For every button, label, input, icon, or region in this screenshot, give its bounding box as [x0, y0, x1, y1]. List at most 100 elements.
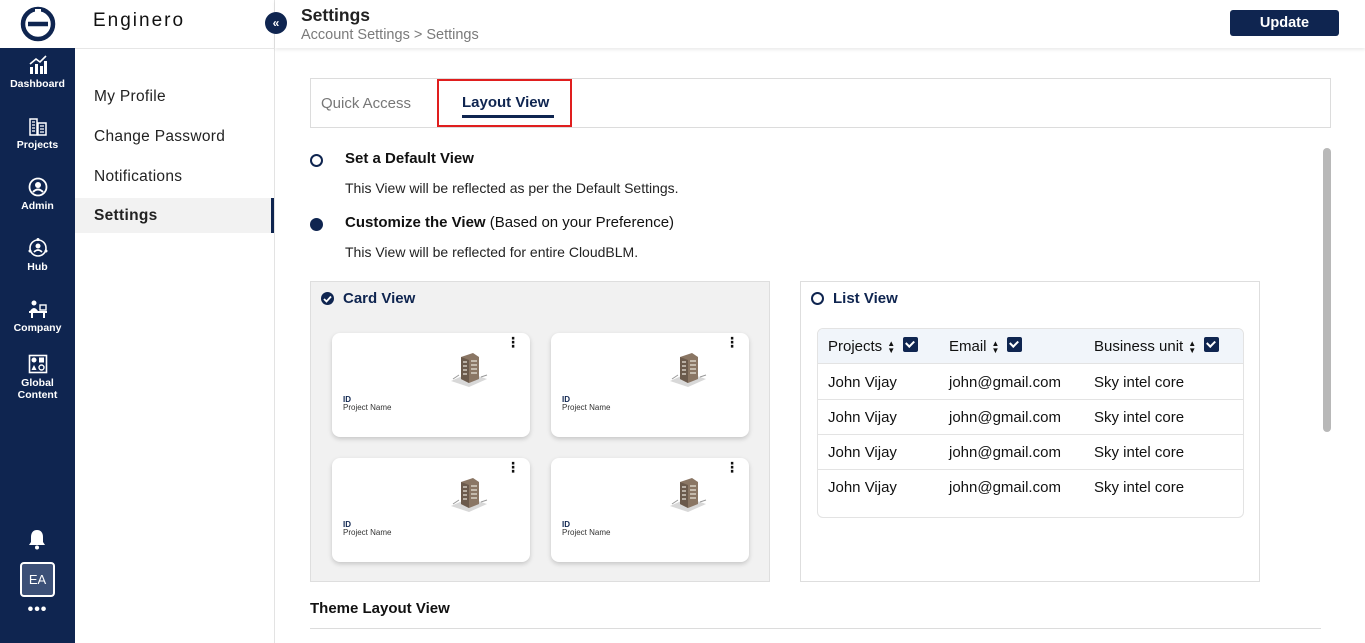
option-custom-title-text: Customize the View [345, 214, 486, 231]
brand-name: Enginero [93, 10, 186, 31]
sort-icon[interactable]: ▲ ▼ [887, 339, 895, 354]
option-custom-title: Customize the View (Based on your Prefer… [345, 214, 674, 231]
sidebar-item-change-password[interactable]: Change Password [75, 119, 274, 154]
table-header: Projects ▲ ▼ Email ▲ ▼ Business unit ▲ ▼ [818, 329, 1243, 364]
rail-label: Admin [21, 200, 54, 212]
table-row[interactable]: John Vijay john@gmail.com Sky intel core [818, 400, 1243, 435]
rail-item-company[interactable]: Company [0, 299, 75, 334]
hub-icon [28, 238, 47, 257]
cell-business-unit: Sky intel core [1094, 479, 1185, 496]
building-thumbnail-icon [670, 478, 707, 512]
column-checkbox[interactable] [1007, 337, 1023, 352]
sidebar-item-label: My Profile [94, 87, 166, 105]
cell-project: John Vijay [828, 479, 897, 496]
active-tab-underline [462, 115, 554, 118]
rail-label: Company [13, 322, 62, 334]
rail-label: Global Content [17, 377, 58, 401]
sidebar-item-my-profile[interactable]: My Profile [75, 79, 274, 114]
kebab-menu-icon[interactable]: ⋮ [725, 460, 739, 474]
card-project-name: Project Name [562, 403, 611, 412]
kebab-menu-icon[interactable]: ⋮ [506, 460, 520, 474]
cell-business-unit: Sky intel core [1094, 374, 1185, 391]
card-view-title: Card View [343, 290, 416, 307]
table-row[interactable]: John Vijay john@gmail.com Sky intel core [818, 470, 1243, 505]
more-options[interactable]: ••• [0, 601, 75, 619]
cell-project: John Vijay [828, 374, 897, 391]
content-scrollbar[interactable] [1323, 148, 1331, 432]
list-view-header: List View [811, 290, 898, 307]
sort-icon[interactable]: ▲ ▼ [1188, 339, 1196, 354]
cell-email: john@gmail.com [949, 479, 1061, 496]
rail-item-dashboard[interactable]: Dashboard [0, 55, 75, 90]
theme-layout-title: Theme Layout View [310, 600, 450, 617]
page-header: Settings Account Settings > Settings Upd… [275, 0, 1365, 48]
option-default-title: Set a Default View [345, 150, 474, 167]
sidebar-item-notifications[interactable]: Notifications [75, 159, 274, 194]
app-logo[interactable] [0, 0, 75, 48]
sidebar-item-label: Notifications [94, 167, 183, 185]
cell-business-unit: Sky intel core [1094, 444, 1185, 461]
update-button[interactable]: Update [1230, 10, 1339, 36]
project-card[interactable]: ⋮ ID Project Name [551, 333, 749, 437]
building-thumbnail-icon [670, 353, 707, 387]
table-row[interactable]: John Vijay john@gmail.com Sky intel core [818, 435, 1243, 470]
sort-icon[interactable]: ▲ ▼ [992, 339, 1000, 354]
card-project-name: Project Name [562, 528, 611, 537]
bell-icon [29, 530, 45, 550]
column-header-email[interactable]: Email ▲ ▼ [949, 337, 1023, 355]
column-header-business-unit[interactable]: Business unit ▲ ▼ [1094, 337, 1220, 355]
rail-item-admin[interactable]: Admin [0, 177, 75, 212]
project-card[interactable]: ⋮ ID Project Name [551, 458, 749, 562]
card-project-name: Project Name [343, 403, 392, 412]
option-custom-desc: This View will be reflected for entire C… [345, 244, 639, 260]
radio-list-view[interactable] [811, 292, 824, 305]
check-circle-icon[interactable] [321, 292, 334, 305]
sidebar-item-label: Change Password [94, 127, 226, 145]
tab-quick-access[interactable]: Quick Access [321, 95, 411, 112]
theme-layout-divider [310, 628, 1321, 629]
table-row[interactable]: John Vijay john@gmail.com Sky intel core [818, 365, 1243, 400]
enginero-logo-icon [20, 6, 55, 42]
cell-email: john@gmail.com [949, 444, 1061, 461]
company-icon [28, 300, 47, 318]
building-thumbnail-icon [451, 353, 488, 387]
column-checkbox[interactable] [1204, 337, 1220, 352]
tab-layout-view[interactable]: Layout View [462, 94, 549, 111]
radio-default-view[interactable] [310, 154, 323, 167]
kebab-menu-icon[interactable]: ⋮ [506, 335, 520, 349]
radio-customize-view[interactable] [310, 218, 323, 231]
rail-item-projects[interactable]: Projects [0, 116, 75, 151]
sidebar-item-label: Settings [94, 206, 158, 224]
cell-business-unit: Sky intel core [1094, 409, 1185, 426]
double-chevron-left-icon: « [272, 16, 280, 30]
column-checkbox[interactable] [903, 337, 919, 352]
collapse-sidebar-button[interactable]: « [265, 12, 287, 34]
rail-item-hub[interactable]: Hub [0, 238, 75, 273]
option-default-desc: This View will be reflected as per the D… [345, 180, 679, 196]
column-label: Email [949, 338, 987, 355]
notifications-bell[interactable] [26, 528, 48, 555]
sidebar-item-settings[interactable]: Settings [75, 198, 274, 233]
column-label: Business unit [1094, 338, 1184, 355]
admin-icon [28, 177, 47, 197]
column-header-projects[interactable]: Projects ▲ ▼ [828, 337, 919, 355]
card-view-panel[interactable]: Card View ⋮ ID Project Name ⋮ ID Project… [310, 281, 770, 582]
cell-project: John Vijay [828, 409, 897, 426]
breadcrumb[interactable]: Account Settings > Settings [301, 27, 479, 43]
global-content-icon [28, 354, 47, 374]
cell-email: john@gmail.com [949, 374, 1061, 391]
rail-label: Dashboard [10, 78, 65, 90]
building-thumbnail-icon [451, 478, 488, 512]
project-card[interactable]: ⋮ ID Project Name [332, 333, 530, 437]
settings-tabs: Quick Access Layout View [310, 78, 1331, 128]
column-label: Projects [828, 338, 883, 355]
buildings-icon [28, 118, 47, 136]
sidebar-divider [75, 48, 275, 49]
project-card[interactable]: ⋮ ID Project Name [332, 458, 530, 562]
list-view-panel[interactable]: List View Projects ▲ ▼ Email ▲ ▼ Business … [800, 281, 1260, 582]
card-project-name: Project Name [343, 528, 392, 537]
nav-rail: Dashboard Projects Admin Hub Company Glo… [0, 0, 75, 643]
kebab-menu-icon[interactable]: ⋮ [725, 335, 739, 349]
user-avatar[interactable]: EA [20, 562, 55, 597]
rail-item-global-content[interactable]: Global Content [0, 354, 75, 401]
